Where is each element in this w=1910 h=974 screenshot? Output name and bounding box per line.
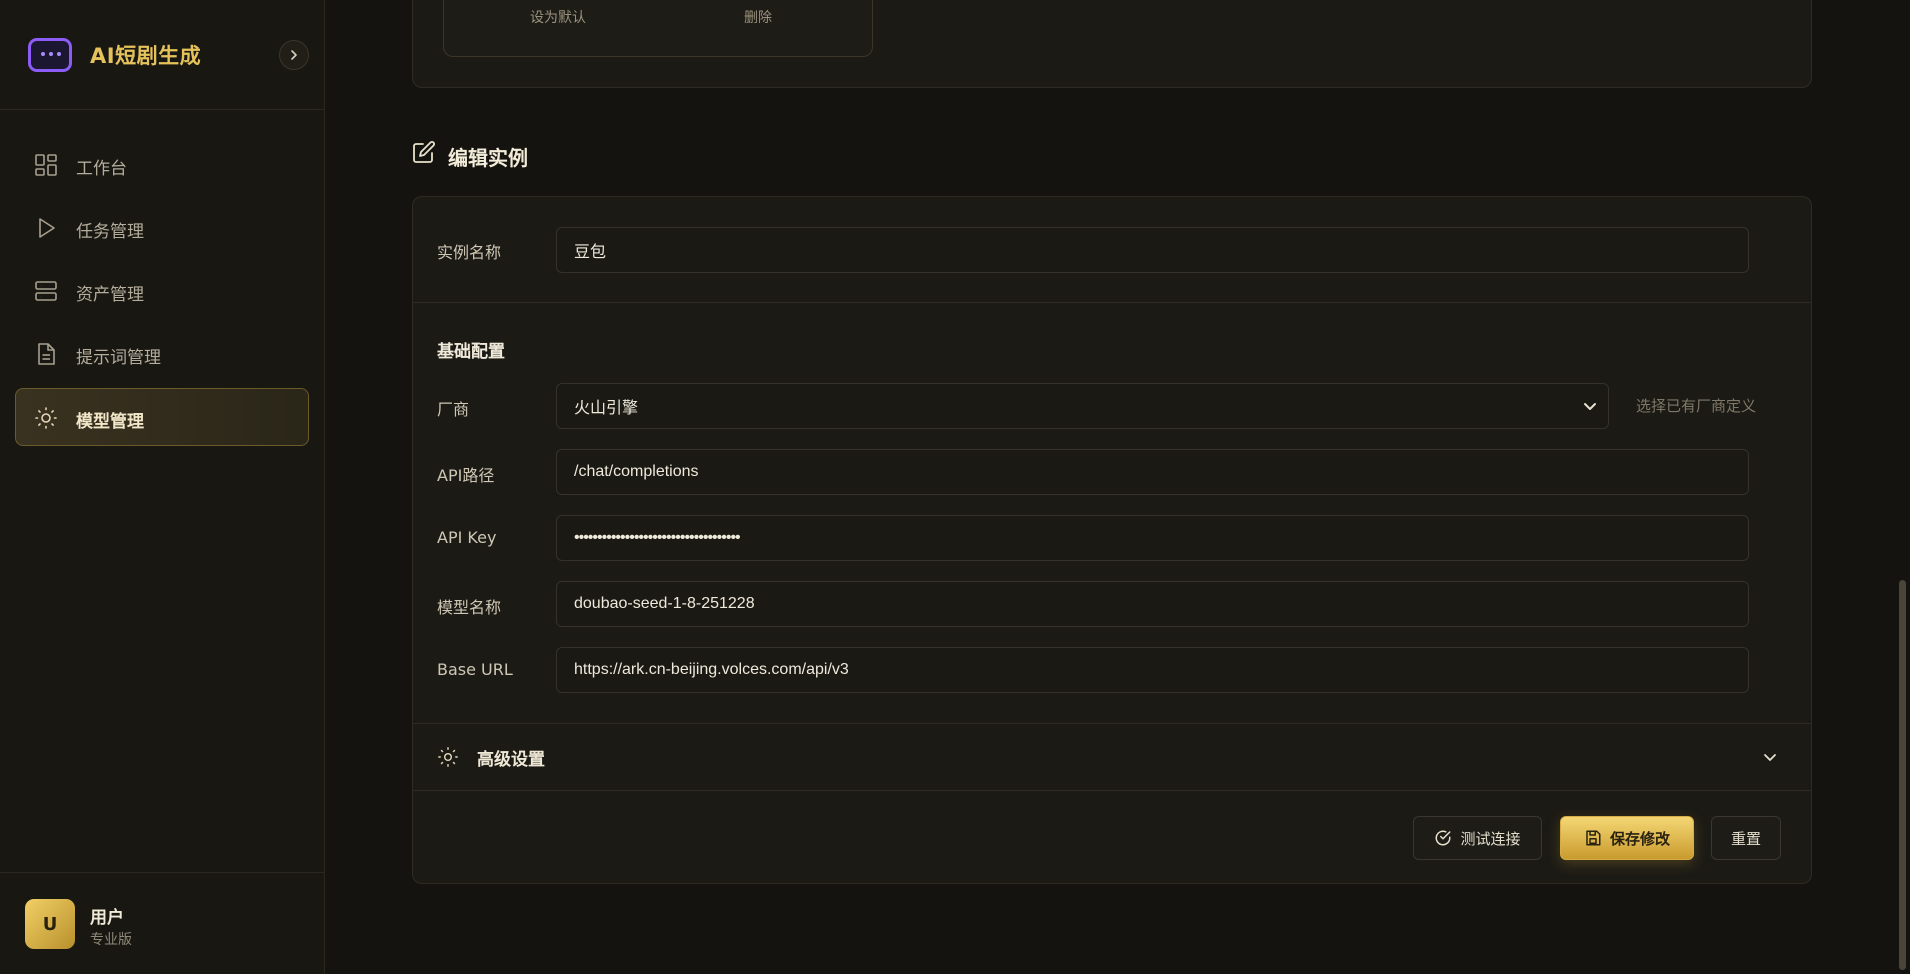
divider xyxy=(413,302,1811,303)
api-key-input[interactable]: •••••••••••••••••••••••••••••••••••• xyxy=(556,515,1749,561)
play-icon xyxy=(39,218,55,238)
vendor-select-value: 火山引擎 xyxy=(574,400,639,417)
sidebar-item-label: 提示词管理 xyxy=(76,348,161,368)
sidebar-item-tasks[interactable]: 任务管理 xyxy=(15,198,309,256)
sidebar-item-label: 任务管理 xyxy=(76,222,144,242)
edit-section-header: 编辑实例 xyxy=(412,140,528,170)
set-default-button[interactable]: 设为默认 xyxy=(530,7,586,27)
page-title: 编辑实例 xyxy=(448,146,528,170)
edit-instance-form: 实例名称 豆包 基础配置 厂商 火山引擎 选择已有厂商定义 API路径 /cha… xyxy=(412,196,1812,884)
api-path-label: API路径 xyxy=(437,466,495,485)
delete-button[interactable]: 删除 xyxy=(744,7,772,27)
save-label: 保存修改 xyxy=(1609,829,1670,848)
advanced-settings-toggle[interactable]: 高级设置 xyxy=(413,724,1811,790)
check-circle-icon xyxy=(1436,830,1451,846)
basic-config-heading: 基础配置 xyxy=(437,342,505,362)
model-name-input[interactable]: doubao-seed-1-8-251228 xyxy=(556,581,1749,627)
base-url-label: Base URL xyxy=(437,660,513,679)
vendor-select[interactable]: 火山引擎 xyxy=(556,383,1609,429)
brand-header: AI短剧生成 xyxy=(0,0,324,110)
chevron-down-icon xyxy=(1764,754,1776,761)
model-name-label: 模型名称 xyxy=(437,598,502,617)
edit-icon xyxy=(413,141,435,163)
reset-button[interactable]: 重置 xyxy=(1711,816,1781,860)
avatar: U xyxy=(25,899,75,949)
test-connection-label: 测试连接 xyxy=(1460,829,1521,848)
sidebar-item-label: 资产管理 xyxy=(76,285,144,305)
file-text-icon xyxy=(38,343,55,365)
server-icon xyxy=(35,281,57,301)
instance-name-input[interactable]: 豆包 xyxy=(556,227,1749,273)
sidebar-item-assets[interactable]: 资产管理 xyxy=(15,261,309,319)
api-key-label: API Key xyxy=(437,528,497,547)
sidebar-item-workbench[interactable]: 工作台 xyxy=(15,135,309,193)
reset-label: 重置 xyxy=(1730,829,1761,848)
user-plan: 专业版 xyxy=(90,932,132,948)
sidebar-item-models[interactable]: 模型管理 xyxy=(15,388,309,446)
vendor-label: 厂商 xyxy=(437,400,470,419)
base-url-input[interactable]: https://ark.cn-beijing.volces.com/api/v3 xyxy=(556,647,1749,693)
api-path-input[interactable]: /chat/completions xyxy=(556,449,1749,495)
collapse-sidebar-button[interactable] xyxy=(279,40,309,70)
chevron-down-icon xyxy=(1584,403,1596,410)
instance-mini-card: 设为默认 删除 xyxy=(443,0,873,57)
sidebar-item-prompts[interactable]: 提示词管理 xyxy=(15,324,309,382)
brand-title: AI短剧生成 xyxy=(90,44,202,68)
divider xyxy=(413,790,1811,791)
sidebar: AI短剧生成 工作台 任务管理 资产管理 提示词管理 模型管理 U 用户 专业版 xyxy=(0,0,325,974)
user-name: 用户 xyxy=(90,908,124,928)
sun-icon xyxy=(438,747,458,767)
window-dots-icon xyxy=(28,38,72,72)
scrollbar[interactable] xyxy=(1895,0,1910,974)
scrollbar-thumb[interactable] xyxy=(1899,580,1906,970)
chevron-right-icon xyxy=(291,50,297,60)
save-icon xyxy=(1586,830,1601,846)
test-connection-button[interactable]: 测试连接 xyxy=(1413,816,1542,860)
advanced-settings-label: 高级设置 xyxy=(477,750,545,770)
sidebar-item-label: 模型管理 xyxy=(76,412,144,432)
main-content: 设为默认 删除 编辑实例 实例名称 豆包 基础配置 厂商 火山引擎 选择已有厂商… xyxy=(325,0,1895,974)
instance-card: 设为默认 删除 xyxy=(412,0,1812,88)
user-panel[interactable]: U 用户 专业版 xyxy=(0,872,324,974)
instance-name-label: 实例名称 xyxy=(437,243,502,262)
grid-icon xyxy=(35,154,57,176)
vendor-hint: 选择已有厂商定义 xyxy=(1636,397,1757,415)
sun-icon xyxy=(35,407,57,429)
app-root: AI短剧生成 工作台 任务管理 资产管理 提示词管理 模型管理 U 用户 专业版… xyxy=(0,0,1910,974)
save-button[interactable]: 保存修改 xyxy=(1560,816,1694,860)
sidebar-item-label: 工作台 xyxy=(76,159,127,179)
